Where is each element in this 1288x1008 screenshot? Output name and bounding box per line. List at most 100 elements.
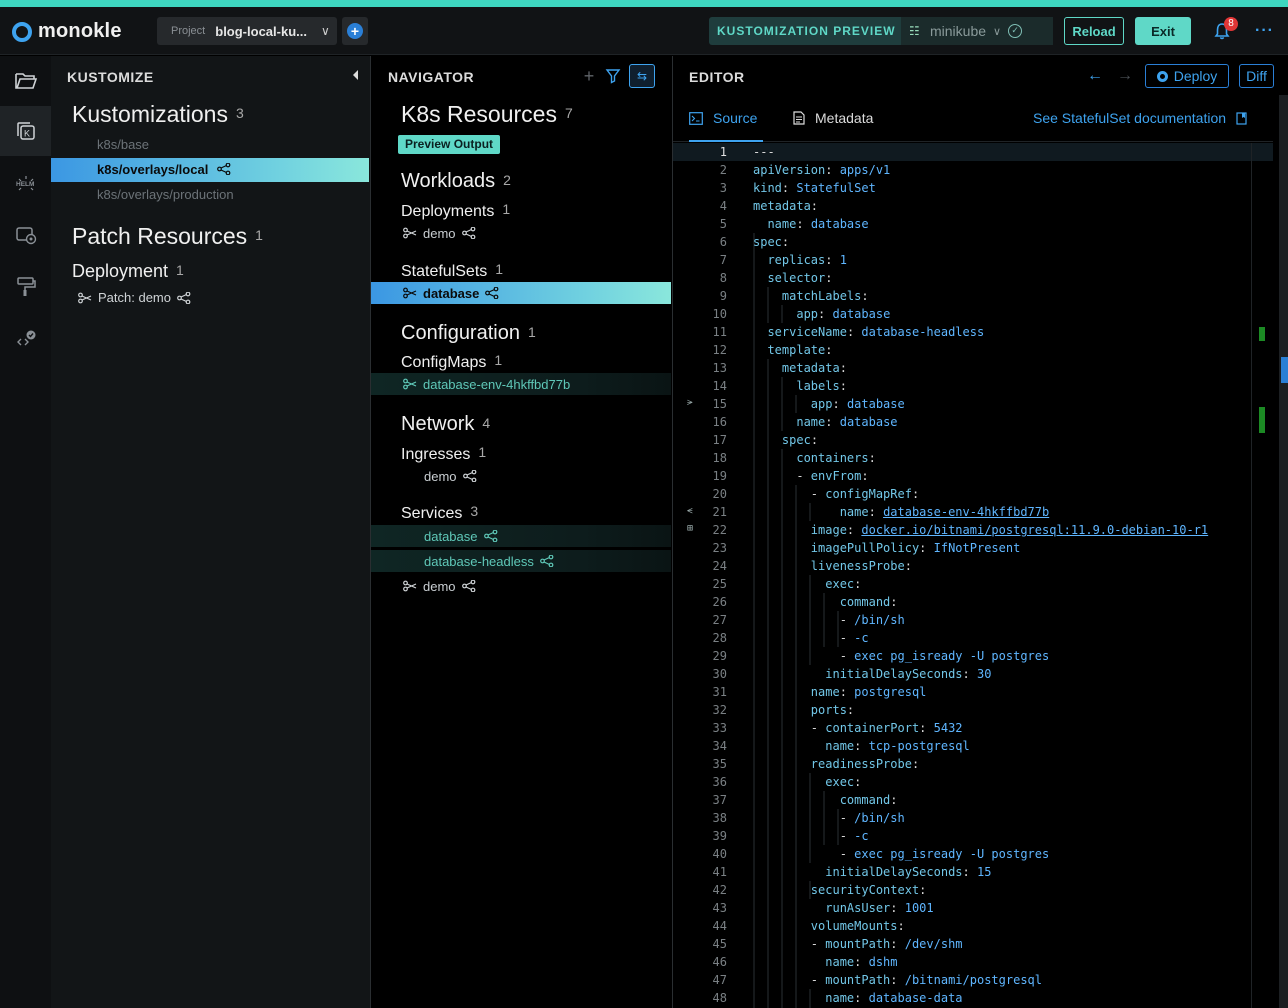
add-resource-icon[interactable]: + [581, 66, 597, 87]
chevron-down-icon: ∨ [320, 24, 330, 38]
resource-row-demo-deployment[interactable]: demo [371, 222, 671, 244]
code-line[interactable]: 21 name: database-env-4hkffbd77b [673, 503, 1273, 521]
resource-row-demo-ingress[interactable]: demo [371, 465, 671, 487]
tab-metadata[interactable]: Metadata [793, 110, 873, 126]
line-number: 10 [712, 307, 727, 321]
code-line[interactable]: 7 replicas: 1 [673, 251, 1273, 269]
tab-source[interactable]: Source [689, 110, 757, 126]
code-line[interactable]: 3 kind: StatefulSet [673, 179, 1273, 197]
code-line[interactable]: 36 exec: [673, 773, 1273, 791]
code-line[interactable]: 4 metadata: [673, 197, 1273, 215]
code-line[interactable]: 35 readinessProbe: [673, 755, 1273, 773]
code-line[interactable]: 25 exec: [673, 575, 1273, 593]
code-line[interactable]: 27 - /bin/sh [673, 611, 1273, 629]
document-icon [793, 111, 805, 125]
resource-label: database [423, 285, 480, 301]
code-line[interactable]: 33 - containerPort: 5432 [673, 719, 1273, 737]
code-check-icon [16, 330, 35, 346]
line-number: 2 [719, 163, 727, 177]
code-line[interactable]: 42 securityContext: [673, 881, 1273, 899]
file-explorer-tab[interactable] [0, 56, 51, 106]
templates-tab[interactable] [0, 262, 51, 312]
code-line[interactable]: 29 - exec pg_isready -U postgres [673, 647, 1273, 665]
code-line[interactable]: 8 selector: [673, 269, 1273, 287]
code-line[interactable]: 39 - -c [673, 827, 1273, 845]
code-line[interactable]: 14 labels: [673, 377, 1273, 395]
kustomize-panel: KUSTOMIZE Kustomizations 3 k8s/base k8s/o… [51, 56, 371, 1008]
code-line[interactable]: 45 - mountPath: /dev/shm [673, 935, 1273, 953]
change-marker [1259, 327, 1265, 341]
code-line[interactable]: 2 apiVersion: apps/v1 [673, 161, 1273, 179]
resource-row-database-headless-service[interactable]: database-headless [371, 550, 671, 572]
code-line[interactable]: 11 serviceName: database-headless [673, 323, 1273, 341]
code-line[interactable]: 5 name: database [673, 215, 1273, 233]
code-line[interactable]: 15 app: database [673, 395, 1273, 413]
code-line[interactable]: 31 name: postgresql [673, 683, 1273, 701]
code-line[interactable]: 37 command: [673, 791, 1273, 809]
more-options-icon[interactable]: ··· [1255, 22, 1274, 40]
code-line[interactable]: 9 matchLabels: [673, 287, 1273, 305]
code-line[interactable]: 43 runAsUser: 1001 [673, 899, 1273, 917]
filter-icon[interactable] [605, 68, 621, 84]
code-line[interactable]: 44 volumeMounts: [673, 917, 1273, 935]
code-line[interactable]: 24 livenessProbe: [673, 557, 1273, 575]
check-circle-icon: ✓ [1008, 24, 1023, 38]
code-line[interactable]: 10 app: database [673, 305, 1273, 323]
cluster-selector[interactable]: ☷ minikube ∨ ✓ [901, 17, 1053, 45]
line-number: 12 [712, 343, 727, 357]
code-line[interactable]: 28 - -c [673, 629, 1273, 647]
code-line[interactable]: 34 name: tcp-postgresql [673, 737, 1273, 755]
editor-scrollbar[interactable] [1279, 95, 1288, 1008]
validation-tab[interactable] [0, 314, 51, 364]
resource-row-database-service[interactable]: database [371, 525, 671, 547]
resource-row-database-statefulset[interactable]: database [371, 282, 671, 304]
editor-scrollbar-thumb[interactable] [1281, 357, 1288, 383]
code-line[interactable]: 26 command: [673, 593, 1273, 611]
kustomization-item[interactable]: k8s/overlays/production [97, 187, 234, 202]
diff-button[interactable]: Diff [1239, 64, 1274, 88]
reload-button[interactable]: Reload [1064, 17, 1124, 45]
code-line[interactable]: 46 name: dshm [673, 953, 1273, 971]
code-line[interactable]: 47 - mountPath: /bitnami/postgresql [673, 971, 1273, 989]
code-line[interactable]: 32 ports: [673, 701, 1273, 719]
add-project-button[interactable]: + [342, 17, 368, 45]
kustomize-tab[interactable]: K [0, 106, 51, 156]
code-line[interactable]: 41 initialDelaySeconds: 15 [673, 863, 1273, 881]
kustomization-item[interactable]: k8s/base [97, 137, 149, 152]
code-editor[interactable]: ⪫ ⪪ ⊞ 1 --- 2 apiVersion: apps/v1 3 kind: Sta… [673, 143, 1273, 1008]
link-resources-button[interactable]: ⇆ [629, 64, 655, 88]
code-line[interactable]: 23 imagePullPolicy: IfNotPresent [673, 539, 1273, 557]
line-number: 9 [719, 289, 727, 303]
navigator-toolbar: + ⇆ [581, 64, 655, 88]
arrow-left-icon[interactable]: ← [1085, 67, 1105, 85]
kustomization-item-selected[interactable]: k8s/overlays/local [51, 158, 369, 182]
resource-row-demo-service[interactable]: demo [371, 575, 671, 597]
code-line[interactable]: 19 - envFrom: [673, 467, 1273, 485]
deploy-button[interactable]: Deploy [1145, 64, 1229, 88]
code-line[interactable]: 12 template: [673, 341, 1273, 359]
documentation-link[interactable]: See StatefulSet documentation [1033, 110, 1247, 126]
helm-tab[interactable]: HELM [0, 158, 51, 208]
resource-row-configmap[interactable]: database-env-4hkffbd77b [371, 373, 671, 395]
collapse-panel-icon[interactable] [353, 70, 358, 80]
code-line[interactable]: 20 - configMapRef: [673, 485, 1273, 503]
patch-item[interactable]: Patch: demo [78, 290, 191, 305]
code-line[interactable]: 1 --- [673, 143, 1273, 161]
code-line[interactable]: 48 name: database-data [673, 989, 1273, 1007]
exit-button[interactable]: Exit [1135, 17, 1191, 45]
share-icon [461, 227, 475, 239]
preview-tab[interactable] [0, 210, 51, 260]
code-line[interactable]: 6 spec: [673, 233, 1273, 251]
monokle-logo[interactable]: monokle [12, 20, 122, 43]
code-line[interactable]: 40 - exec pg_isready -U postgres [673, 845, 1273, 863]
code-line[interactable]: 38 - /bin/sh [673, 809, 1273, 827]
arrow-right-icon[interactable]: → [1115, 67, 1135, 85]
code-line[interactable]: 30 initialDelaySeconds: 30 [673, 665, 1273, 683]
code-line[interactable]: 17 spec: [673, 431, 1273, 449]
code-line[interactable]: 18 containers: [673, 449, 1273, 467]
code-text: name: dshm [825, 955, 898, 969]
project-selector[interactable]: Project blog-local-ku... ∨ [157, 17, 337, 45]
code-line[interactable]: 16 name: database [673, 413, 1273, 431]
code-line[interactable]: 13 metadata: [673, 359, 1273, 377]
code-line[interactable]: 22 image: docker.io/bitnami/postgresql:1… [673, 521, 1273, 539]
